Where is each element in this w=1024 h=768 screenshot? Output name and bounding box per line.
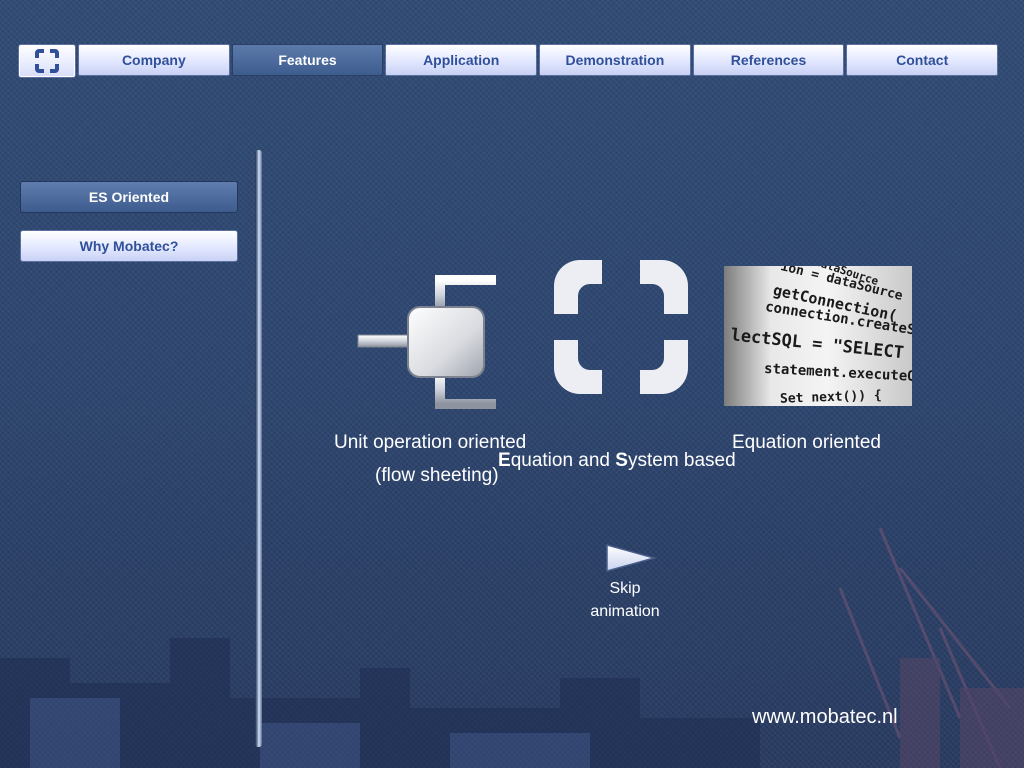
es-based-caption: Equation and System based	[498, 450, 736, 471]
tab-demonstration[interactable]: Demonstration	[539, 44, 691, 76]
tab-references[interactable]: References	[692, 44, 845, 76]
skip-animation-button[interactable]	[604, 543, 656, 573]
website-link[interactable]: www.mobatec.nl	[752, 706, 898, 729]
equation-oriented-caption: Equation oriented	[732, 432, 881, 453]
unit-operation-icon	[357, 275, 496, 409]
background-industrial-silhouette	[0, 527, 1024, 768]
sidebar-item-es-oriented[interactable]: ES Oriented	[20, 181, 238, 213]
tab-features[interactable]: Features	[231, 44, 384, 76]
play-arrow-icon	[606, 544, 656, 572]
top-navigation: Company Features Application Demonstrati…	[18, 44, 999, 78]
tab-application[interactable]: Application	[385, 44, 538, 76]
mobatec-bracket-icon	[554, 260, 688, 394]
skip-animation-label[interactable]: Skip animation	[575, 577, 675, 623]
tab-contact[interactable]: Contact	[846, 44, 999, 76]
home-logo-button[interactable]	[18, 44, 76, 78]
mobatec-logo-icon	[35, 49, 59, 73]
tab-company[interactable]: Company	[78, 44, 230, 76]
sidebar-item-why-mobatec[interactable]: Why Mobatec?	[20, 230, 238, 262]
source-code-image: ce dataSource ion = dataSource getConnec…	[724, 266, 912, 406]
flow-sheeting-caption: (flow sheeting)	[375, 465, 499, 486]
vertical-divider	[255, 150, 262, 747]
